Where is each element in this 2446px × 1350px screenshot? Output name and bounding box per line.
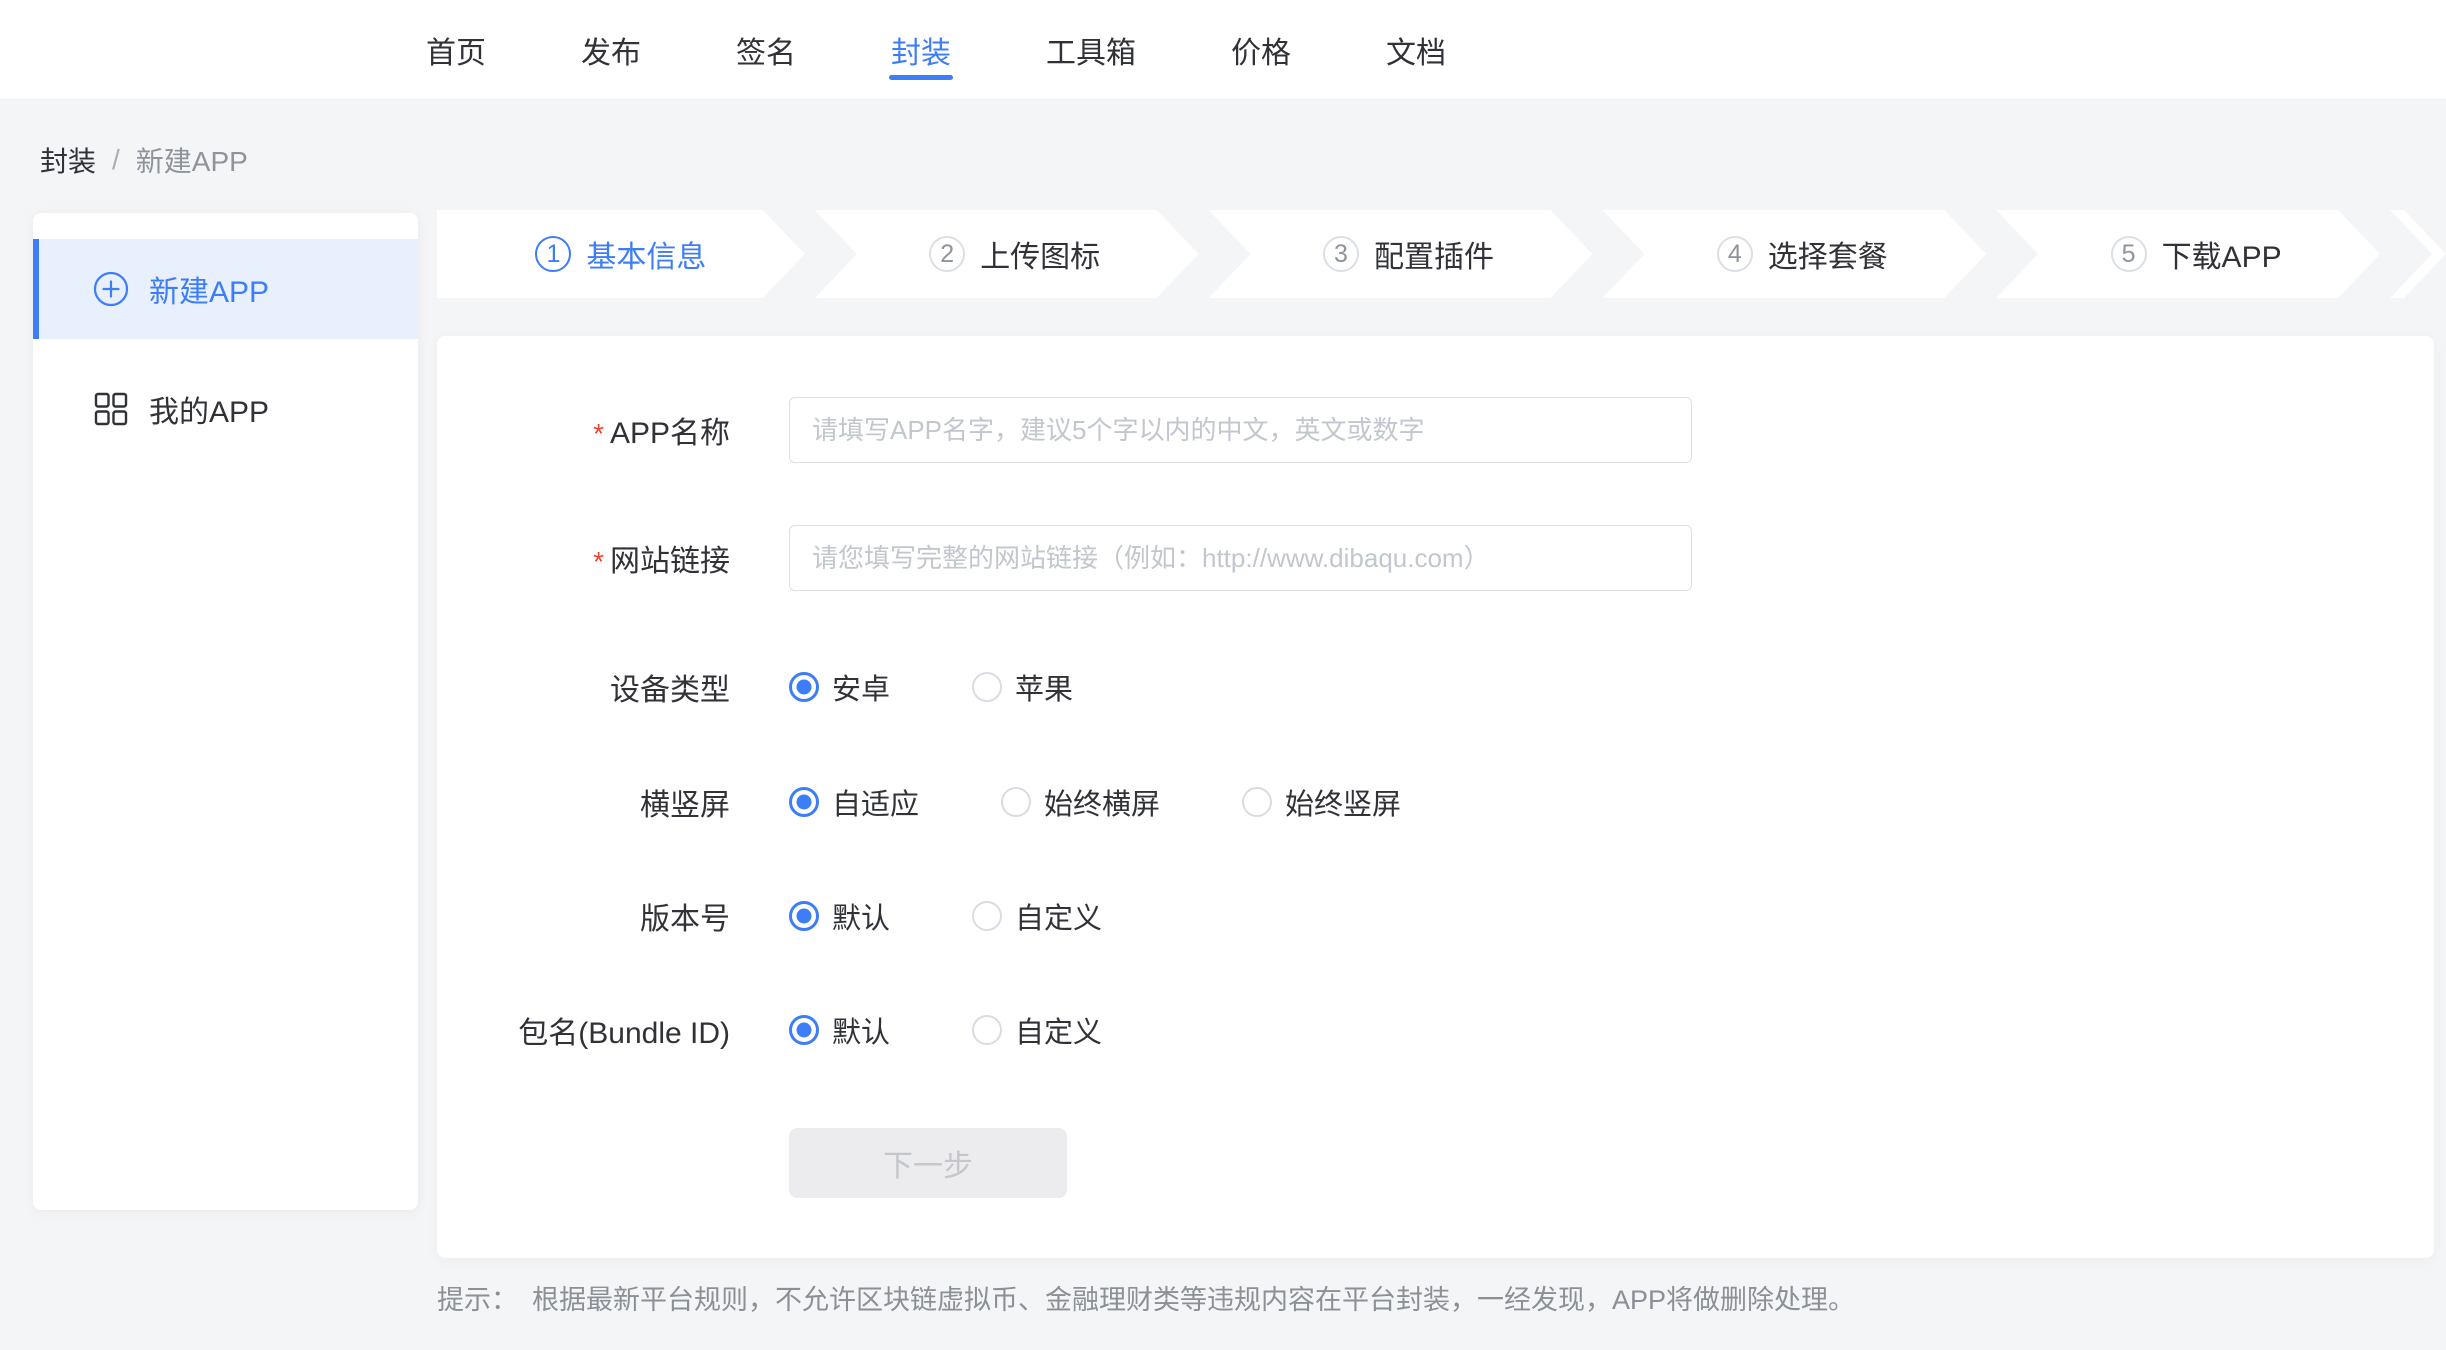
grid-icon — [93, 391, 129, 427]
bundle-id-radio-group: 默认 自定义 — [789, 1009, 1102, 1051]
radio-version-custom[interactable]: 自定义 — [972, 895, 1102, 937]
radio-unselected-icon — [1242, 787, 1272, 817]
radio-label: 安卓 — [832, 666, 890, 708]
step-number: 3 — [1323, 236, 1359, 272]
main-nav: 首页 发布 签名 封装 工具箱 价格 文档 — [426, 0, 1446, 100]
hint-prefix: 提示： — [437, 1285, 518, 1315]
radio-always-landscape[interactable]: 始终横屏 — [1001, 781, 1160, 823]
steps-filler-arrow — [2390, 210, 2446, 298]
nav-item-home[interactable]: 首页 — [426, 0, 486, 100]
breadcrumb: 封装 / 新建APP — [40, 140, 248, 180]
step-number: 4 — [1717, 236, 1753, 272]
radio-label: 自定义 — [1015, 895, 1102, 937]
step-number: 2 — [929, 236, 965, 272]
step-label: 下载APP — [2162, 232, 2282, 276]
required-asterisk: * — [593, 546, 604, 577]
sidebar-item-my-app[interactable]: 我的APP — [33, 359, 418, 459]
form-row-app-name: *APP名称 — [437, 397, 1692, 463]
radio-label: 始终横屏 — [1044, 781, 1160, 823]
radio-bundle-default[interactable]: 默认 — [789, 1009, 890, 1051]
required-asterisk: * — [593, 418, 604, 449]
radio-ios[interactable]: 苹果 — [972, 666, 1073, 708]
breadcrumb-current: 新建APP — [136, 140, 248, 180]
version-radio-group: 默认 自定义 — [789, 895, 1102, 937]
step-4-select-plan[interactable]: 4 选择套餐 — [1602, 210, 1986, 298]
sidebar-item-new-app[interactable]: 新建APP — [33, 239, 418, 339]
breadcrumb-section[interactable]: 封装 — [40, 140, 96, 180]
nav-item-docs[interactable]: 文档 — [1386, 0, 1446, 100]
steps-wizard: 1 基本信息 2 上传图标 3 配置插件 4 选择套餐 5 下载APP — [437, 210, 2446, 298]
radio-label: 自定义 — [1015, 1009, 1102, 1051]
step-2-upload-icon[interactable]: 2 上传图标 — [815, 210, 1199, 298]
form-card: *APP名称 *网站链接 设备类型 安卓 苹果 横竖屏 — [437, 336, 2434, 1258]
top-nav-bar: 首页 发布 签名 封装 工具箱 价格 文档 — [0, 0, 2446, 100]
radio-label: 始终竖屏 — [1285, 781, 1401, 823]
radio-unselected-icon — [972, 672, 1002, 702]
radio-label: 默认 — [832, 895, 890, 937]
nav-item-toolbox[interactable]: 工具箱 — [1046, 0, 1136, 100]
site-url-input[interactable] — [789, 525, 1692, 591]
hint-body: 根据最新平台规则，不允许区块链虚拟币、金融理财类等违规内容在平台封装，一经发现，… — [532, 1285, 1855, 1315]
nav-item-sign[interactable]: 签名 — [736, 0, 796, 100]
step-number: 5 — [2111, 236, 2147, 272]
step-1-basic-info[interactable]: 1 基本信息 — [437, 210, 805, 298]
sidebar: 新建APP 我的APP — [33, 213, 418, 1210]
radio-android[interactable]: 安卓 — [789, 666, 890, 708]
step-3-configure-plugins[interactable]: 3 配置插件 — [1209, 210, 1593, 298]
radio-version-default[interactable]: 默认 — [789, 895, 890, 937]
hint-text: 提示： 根据最新平台规则，不允许区块链虚拟币、金融理财类等违规内容在平台封装，一经… — [437, 1278, 1855, 1317]
orientation-radio-group: 自适应 始终横屏 始终竖屏 — [789, 781, 1401, 823]
active-tab-underline — [889, 75, 953, 80]
site-url-label: *网站链接 — [437, 536, 730, 580]
radio-label: 默认 — [832, 1009, 890, 1051]
radio-selected-icon — [789, 901, 819, 931]
version-label: 版本号 — [437, 894, 730, 938]
sidebar-item-label: 新建APP — [149, 267, 269, 311]
sidebar-item-label: 我的APP — [149, 387, 269, 431]
step-label: 基本信息 — [586, 232, 706, 276]
form-row-site-url: *网站链接 — [437, 525, 1692, 591]
step-label: 选择套餐 — [1768, 232, 1888, 276]
radio-label: 自适应 — [832, 781, 919, 823]
plus-circle-icon — [93, 271, 129, 307]
app-name-input[interactable] — [789, 397, 1692, 463]
form-row-bundle-id: 包名(Bundle ID) 默认 自定义 — [437, 997, 1102, 1063]
form-row-orientation: 横竖屏 自适应 始终横屏 始终竖屏 — [437, 769, 1401, 835]
radio-unselected-icon — [972, 901, 1002, 931]
device-type-radio-group: 安卓 苹果 — [789, 666, 1073, 708]
radio-auto-adapt[interactable]: 自适应 — [789, 781, 919, 823]
radio-selected-icon — [789, 672, 819, 702]
nav-item-label: 封装 — [891, 28, 951, 72]
form-row-device-type: 设备类型 安卓 苹果 — [437, 654, 1073, 720]
step-number: 1 — [535, 236, 571, 272]
orientation-label: 横竖屏 — [437, 780, 730, 824]
step-label: 上传图标 — [980, 232, 1100, 276]
app-name-label: *APP名称 — [437, 408, 730, 452]
nav-item-publish[interactable]: 发布 — [581, 0, 641, 100]
radio-unselected-icon — [1001, 787, 1031, 817]
radio-selected-icon — [789, 787, 819, 817]
form-row-version: 版本号 默认 自定义 — [437, 883, 1102, 949]
radio-selected-icon — [789, 1015, 819, 1045]
radio-label: 苹果 — [1015, 666, 1073, 708]
nav-item-package[interactable]: 封装 — [891, 0, 951, 100]
nav-item-pricing[interactable]: 价格 — [1231, 0, 1291, 100]
radio-unselected-icon — [972, 1015, 1002, 1045]
step-5-download-app[interactable]: 5 下载APP — [1996, 210, 2380, 298]
breadcrumb-separator: / — [112, 144, 120, 176]
next-step-button[interactable]: 下一步 — [789, 1128, 1067, 1198]
bundle-id-label: 包名(Bundle ID) — [437, 1008, 730, 1052]
step-label: 配置插件 — [1374, 232, 1494, 276]
radio-bundle-custom[interactable]: 自定义 — [972, 1009, 1102, 1051]
device-type-label: 设备类型 — [437, 665, 730, 709]
radio-always-portrait[interactable]: 始终竖屏 — [1242, 781, 1401, 823]
